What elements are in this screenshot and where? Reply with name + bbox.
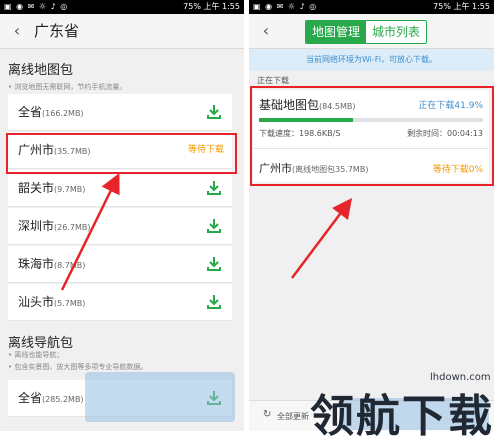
watermark-logo: 领航下载 <box>310 391 494 442</box>
arrow-right <box>291 198 352 279</box>
arrow-left <box>60 173 120 291</box>
annotation-arrows <box>60 173 352 291</box>
